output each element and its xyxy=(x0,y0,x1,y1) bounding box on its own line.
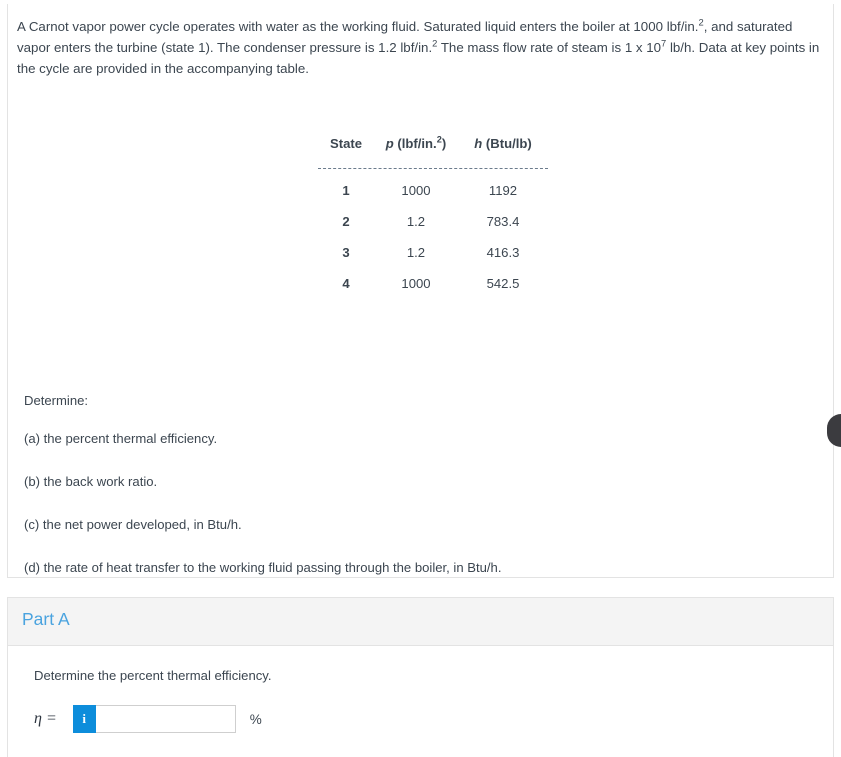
table-header-row: State p (lbf/in.2) h (Btu/lb) xyxy=(318,135,548,155)
cell-pressure: 1.2 xyxy=(406,214,426,229)
cell-state: 1 xyxy=(342,183,350,198)
dashed-separator xyxy=(318,168,548,169)
enthalpy-units: (Btu/lb) xyxy=(482,136,532,151)
cell-pressure: 1.2 xyxy=(406,245,426,260)
question-stem: A Carnot vapor power cycle operates with… xyxy=(17,16,829,79)
table-row: 2 1.2 783.4 xyxy=(318,204,548,235)
question-card: A Carnot vapor power cycle operates with… xyxy=(7,4,834,578)
part-a-body: Determine the percent thermal efficiency… xyxy=(8,646,833,733)
part-a-title: Part A xyxy=(22,609,70,629)
cell-state: 2 xyxy=(342,214,350,229)
question-page: A Carnot vapor power cycle operates with… xyxy=(0,0,841,757)
determine-lead: Determine: xyxy=(24,393,89,408)
part-a-header: Part A xyxy=(8,598,833,646)
column-header-state: State xyxy=(329,136,363,151)
pressure-symbol: p xyxy=(385,136,394,151)
cell-pressure: 1000 xyxy=(401,276,431,291)
determine-item-b: (b) the back work ratio. xyxy=(24,474,158,489)
cell-enthalpy: 1192 xyxy=(488,183,518,198)
cell-pressure: 1000 xyxy=(401,183,431,198)
answer-input-group: i xyxy=(72,705,236,733)
part-a-card: Part A Determine the percent thermal eff… xyxy=(7,597,834,757)
answer-row: η = i % xyxy=(34,705,833,733)
column-header-enthalpy: h (Btu/lb) xyxy=(458,136,548,155)
cell-state: 3 xyxy=(342,245,350,260)
cell-enthalpy: 783.4 xyxy=(486,214,520,229)
pressure-units-close: ) xyxy=(441,136,447,151)
cell-state: 4 xyxy=(342,276,350,291)
stem-segment-3: The mass flow rate of steam is 1 x 10 xyxy=(437,40,662,55)
pressure-units: (lbf/in. xyxy=(393,136,437,151)
state-data-table: State p (lbf/in.2) h (Btu/lb) 1 1000 119… xyxy=(318,135,548,297)
eta-label: η = xyxy=(34,710,57,727)
table-row: 4 1000 542.5 xyxy=(318,266,548,297)
table-rule-row xyxy=(318,155,548,173)
column-header-pressure: p (lbf/in.2) xyxy=(374,135,458,155)
determine-item-c: (c) the net power developed, in Btu/h. xyxy=(24,517,242,532)
info-icon[interactable]: i xyxy=(72,705,96,733)
cell-enthalpy: 542.5 xyxy=(486,276,520,291)
table-rule-cell xyxy=(318,155,548,173)
table-row: 3 1.2 416.3 xyxy=(318,235,548,266)
efficiency-input[interactable] xyxy=(95,705,236,733)
cell-enthalpy: 416.3 xyxy=(486,245,520,260)
stem-segment-1: A Carnot vapor power cycle operates with… xyxy=(17,19,699,34)
determine-list: Determine: (a) the percent thermal effic… xyxy=(24,393,814,577)
determine-item-a: (a) the percent thermal efficiency. xyxy=(24,431,218,446)
determine-item-d: (d) the rate of heat transfer to the wor… xyxy=(24,560,502,575)
unit-label-percent: % xyxy=(249,711,262,727)
part-a-prompt: Determine the percent thermal efficiency… xyxy=(34,668,272,683)
table-row: 1 1000 1192 xyxy=(318,173,548,204)
